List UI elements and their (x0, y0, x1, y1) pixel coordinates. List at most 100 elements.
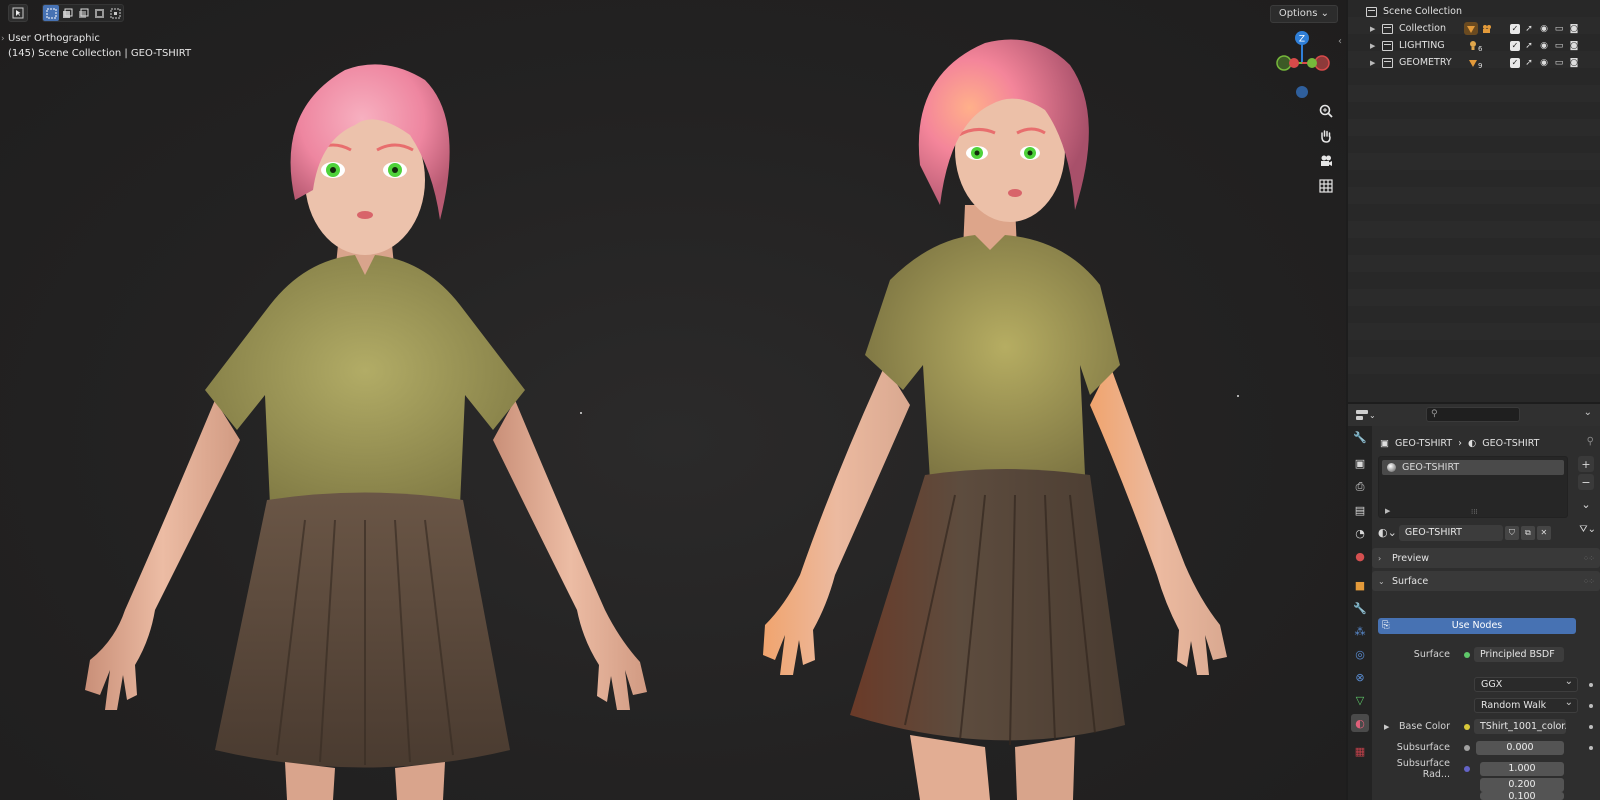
eye-icon[interactable]: ◉ (1538, 23, 1550, 35)
select-arrow-icon[interactable]: ➚ (1523, 40, 1535, 52)
outliner-row-collection[interactable]: ▶ Collection ✓ ➚ ◉ ▭ ◙ (1348, 20, 1600, 37)
select-arrow-icon[interactable]: ➚ (1523, 23, 1535, 35)
subsurface-radius-z[interactable]: 0.100 (1480, 792, 1564, 800)
include-checkbox[interactable]: ✓ (1510, 40, 1520, 51)
character-angled-render (763, 39, 1227, 800)
output-tab-icon[interactable]: ⎙ (1351, 478, 1369, 496)
keyframe-dot[interactable] (1589, 682, 1593, 687)
material-slot[interactable]: GEO-TSHIRT (1382, 460, 1564, 475)
expand-arrow-icon[interactable]: ▶ (1384, 723, 1394, 731)
3d-viewport[interactable]: Options ⌄ › ‹ User Orthographic (145) Sc… (0, 0, 1346, 800)
material-name-field[interactable]: GEO-TSHIRT (1398, 524, 1503, 541)
outliner-panel[interactable]: Scene Collection ▶ Collection ✓ ➚ ◉ ▭ ◙ … (1348, 0, 1600, 402)
mesh-data-icon[interactable] (1464, 22, 1478, 35)
outliner-row-label: Scene Collection (1383, 6, 1462, 17)
select-extend-icon[interactable] (59, 5, 75, 21)
properties-editor[interactable]: ⌄ ⚲ ⌄ 🔧 ▣ ⎙ ▤ ◔ ● ■ 🔧 ⁂ ◎ ⊗ ▽ ◐ ▦ ▣ GEO-… (1348, 404, 1600, 800)
keyframe-dot[interactable] (1589, 745, 1593, 750)
expand-arrow-icon[interactable]: ▶ (1370, 59, 1380, 67)
eye-icon[interactable]: ◉ (1538, 57, 1550, 69)
world-tab-icon[interactable]: ● (1351, 547, 1369, 565)
expand-arrow-icon[interactable]: ▶ (1370, 42, 1380, 50)
remove-slot-button[interactable]: − (1578, 474, 1594, 490)
drag-grip-icon[interactable]: ⁘⁘ (1583, 577, 1595, 586)
node-link-icon[interactable]: ⛛⌄ (1579, 524, 1596, 535)
physics-tab-icon[interactable]: ◎ (1351, 645, 1369, 663)
eye-icon[interactable]: ◉ (1538, 40, 1550, 52)
distribution-dropdown[interactable]: GGX (1474, 675, 1578, 692)
breadcrumb-material[interactable]: GEO-TSHIRT (1482, 438, 1539, 449)
duplicate-material-icon[interactable]: ⧉ (1520, 525, 1535, 540)
select-subtract-icon[interactable] (75, 5, 91, 21)
options-dropdown[interactable]: Options ⌄ (1269, 5, 1338, 23)
expand-arrow-icon[interactable]: ▶ (1385, 507, 1390, 515)
subsurface-method-row: Random Walk (1372, 696, 1600, 714)
grid-ortho-icon[interactable] (1315, 175, 1337, 197)
scene-tab-icon[interactable]: ◔ (1351, 524, 1369, 542)
subsurface-field[interactable]: 0.000 (1476, 740, 1564, 755)
monitor-icon[interactable]: ▭ (1553, 57, 1565, 69)
data-tab-icon[interactable]: ▽ (1351, 691, 1369, 709)
browse-material-icon[interactable]: ◐⌄ (1378, 526, 1397, 539)
tool-tab-icon[interactable]: 🔧 (1351, 428, 1369, 446)
camera-data-icon[interactable] (1480, 22, 1494, 35)
camera-view-icon[interactable] (1315, 150, 1337, 172)
material-slot-list[interactable]: GEO-TSHIRT ▶ ⁞⁞⁞ (1378, 456, 1568, 518)
modifier-tab-icon[interactable]: 🔧 (1351, 599, 1369, 617)
render-camera-icon[interactable]: ◙ (1568, 57, 1580, 69)
add-slot-button[interactable]: + (1578, 456, 1594, 472)
outliner-row-scene-collection[interactable]: Scene Collection (1348, 3, 1600, 20)
breadcrumb-object[interactable]: GEO-TSHIRT (1395, 438, 1452, 449)
slot-menu-icon[interactable]: ⌄ (1578, 496, 1594, 512)
view-layer-tab-icon[interactable]: ▤ (1351, 501, 1369, 519)
float-socket-icon (1464, 744, 1470, 751)
fake-user-icon[interactable]: ⛉ (1504, 525, 1519, 540)
use-nodes-button[interactable]: ⎘ Use Nodes (1378, 618, 1576, 634)
select-intersect-icon[interactable] (107, 5, 123, 21)
surface-shader-field[interactable]: Principled BSDF (1474, 647, 1564, 662)
particles-tab-icon[interactable]: ⁂ (1351, 622, 1369, 640)
zoom-icon[interactable] (1315, 100, 1337, 122)
navigation-gizmo[interactable]: Z (1272, 30, 1332, 106)
mode-select-button[interactable] (8, 4, 28, 22)
resize-grip-icon[interactable]: ⁞⁞⁞ (1471, 508, 1478, 516)
editor-type-icon[interactable]: ⌄ (1356, 408, 1378, 422)
keyframe-dot[interactable] (1589, 703, 1593, 708)
pin-icon[interactable]: ⚲ (1587, 436, 1594, 447)
keyframe-dot[interactable] (1589, 724, 1593, 729)
unlink-material-icon[interactable]: ✕ (1536, 525, 1551, 540)
drag-grip-icon[interactable]: ⁘⁘ (1583, 554, 1595, 563)
properties-search-input[interactable]: ⚲ (1426, 407, 1520, 422)
expand-arrow-icon[interactable]: ▶ (1370, 25, 1380, 33)
preview-panel-header[interactable]: › Preview ⁘⁘ (1372, 548, 1600, 568)
monitor-icon[interactable]: ▭ (1553, 23, 1565, 35)
render-camera-icon[interactable]: ◙ (1568, 23, 1580, 35)
select-invert-icon[interactable] (91, 5, 107, 21)
pan-hand-icon[interactable] (1315, 125, 1337, 147)
subsurface-radius-y[interactable]: 0.200 (1480, 777, 1564, 792)
prop-label: Subsurface (1396, 742, 1450, 753)
object-tab-icon[interactable]: ■ (1351, 576, 1369, 594)
render-camera-icon[interactable]: ◙ (1568, 40, 1580, 52)
subsurface-radius-row: Subsurface Rad... 1.000 (1372, 758, 1600, 780)
breadcrumb: ▣ GEO-TSHIRT › ◐ GEO-TSHIRT (1380, 438, 1539, 449)
sidebar-expand-icon[interactable]: ‹ (1338, 36, 1342, 47)
render-tab-icon[interactable]: ▣ (1351, 454, 1369, 472)
subsurface-method-dropdown[interactable]: Random Walk (1474, 696, 1578, 713)
row-toggles: ✓ ➚ ◉ ▭ ◙ (1510, 23, 1580, 35)
texture-tab-icon[interactable]: ▦ (1351, 742, 1369, 760)
subsurface-radius-x[interactable]: 1.000 (1480, 761, 1564, 776)
constraints-tab-icon[interactable]: ⊗ (1351, 668, 1369, 686)
include-checkbox[interactable]: ✓ (1510, 23, 1520, 34)
surface-panel-header[interactable]: ⌄ Surface ⁘⁘ (1372, 571, 1600, 591)
material-tab-icon[interactable]: ◐ (1351, 714, 1369, 732)
outliner-row-geometry[interactable]: ▶ GEOMETRY 9 ✓ ➚ ◉ ▭ ◙ (1348, 54, 1600, 71)
base-color-texture-field[interactable]: TShirt_1001_color.j... (1474, 719, 1566, 734)
toolbar-expand-icon[interactable]: › (1, 34, 5, 44)
select-arrow-icon[interactable]: ➚ (1523, 57, 1535, 69)
outliner-row-lighting[interactable]: ▶ LIGHTING 6 ✓ ➚ ◉ ▭ ◙ (1348, 37, 1600, 54)
chevron-down-icon[interactable]: ⌄ (1584, 407, 1592, 418)
monitor-icon[interactable]: ▭ (1553, 40, 1565, 52)
include-checkbox[interactable]: ✓ (1510, 57, 1520, 68)
select-new-icon[interactable] (43, 5, 59, 21)
